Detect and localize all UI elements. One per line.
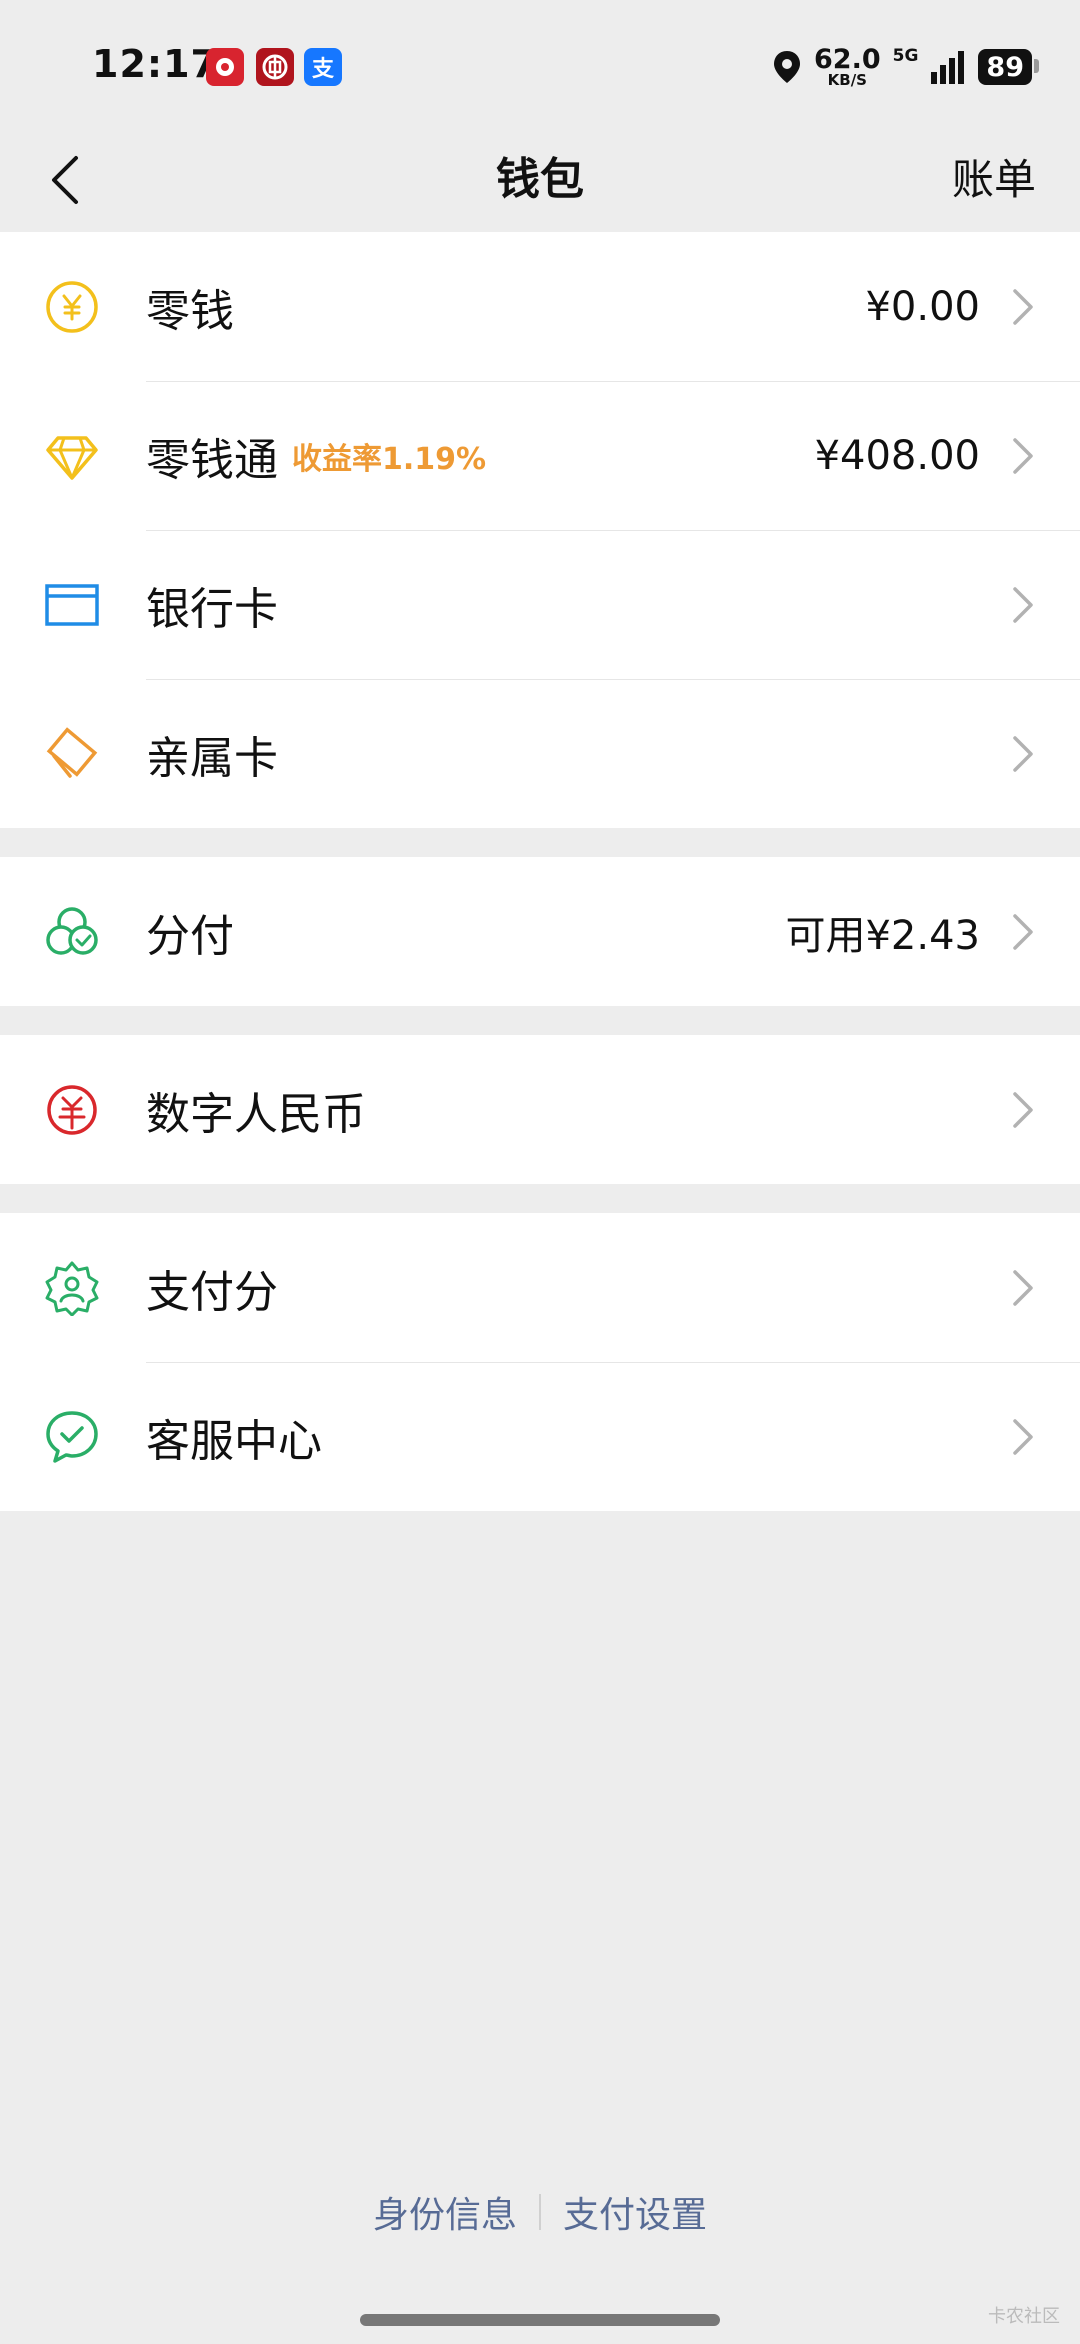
chevron-left-icon [52, 156, 78, 204]
nav-bar: 钱包 账单 [0, 130, 1080, 230]
battery-indicator: 89 [978, 49, 1039, 85]
row-bank-card[interactable]: 银行卡 [0, 530, 1080, 679]
row-label: 零钱通 收益率1.19% [146, 424, 486, 488]
row-customer-service[interactable]: 客服中心 [0, 1362, 1080, 1511]
page-title: 钱包 [496, 154, 584, 205]
yield-badge: 收益率1.19% [292, 441, 487, 477]
row-value: ¥408.00 [814, 432, 980, 479]
row-lingqiantong[interactable]: 零钱通 收益率1.19% ¥408.00 [0, 381, 1080, 530]
bank-icon [256, 48, 294, 86]
family-card-icon [44, 726, 100, 782]
row-label: 银行卡 [146, 583, 278, 635]
wallet-group-service: 支付分 客服中心 [0, 1213, 1080, 1511]
diamond-icon [44, 428, 100, 484]
row-value: 可用¥2.43 [785, 912, 980, 959]
digital-rmb-icon [44, 1082, 100, 1138]
network-type: 5G [892, 46, 919, 66]
status-bar: 12:17 支 62.0 KB/S 5G 89 [0, 0, 1080, 130]
chevron-right-icon [1013, 1269, 1033, 1306]
payscore-icon [44, 1260, 100, 1316]
yuan-coin-icon [44, 279, 100, 335]
row-value: ¥0.00 [865, 283, 980, 330]
status-time: 12:17 [92, 42, 218, 86]
chevron-right-icon [1013, 288, 1033, 325]
chevron-right-icon [1013, 913, 1033, 950]
bank-card-icon [44, 577, 100, 633]
footer-divider [539, 2194, 541, 2230]
signal-icon [931, 51, 965, 84]
network-speed: 62.0 KB/S [814, 44, 881, 89]
footer-links: 身份信息 支付设置 [0, 2186, 1080, 2238]
payment-settings-link[interactable]: 支付设置 [563, 2186, 707, 2238]
row-change[interactable]: 零钱 ¥0.00 [0, 232, 1080, 381]
fenfu-icon [44, 904, 100, 960]
alipay-icon: 支 [304, 48, 342, 86]
row-label: 支付分 [146, 1266, 278, 1318]
row-fenfu[interactable]: 分付 可用¥2.43 [0, 857, 1080, 1006]
row-label-text: 零钱通 [146, 434, 278, 486]
wallet-group-main: 零钱 ¥0.00 零钱通 收益率1.19% ¥408.00 银行卡 亲属卡 [0, 232, 1080, 828]
identity-info-link[interactable]: 身份信息 [373, 2186, 517, 2238]
location-icon [774, 51, 800, 83]
bill-button[interactable]: 账单 [952, 130, 1036, 230]
row-label: 客服中心 [146, 1415, 322, 1467]
app-red-icon [206, 48, 244, 86]
row-label: 数字人民币 [146, 1088, 366, 1140]
row-label: 亲属卡 [146, 732, 278, 784]
chevron-right-icon [1013, 586, 1033, 623]
wallet-group-fenfu: 分付 可用¥2.43 [0, 857, 1080, 1006]
home-indicator[interactable] [360, 2314, 720, 2326]
chevron-right-icon [1013, 1418, 1033, 1455]
chevron-right-icon [1013, 1091, 1033, 1128]
row-payscore[interactable]: 支付分 [0, 1213, 1080, 1362]
chevron-right-icon [1013, 735, 1033, 772]
wallet-group-ecny: 数字人民币 [0, 1035, 1080, 1184]
customer-service-icon [44, 1409, 100, 1465]
row-label: 零钱 [146, 285, 234, 337]
row-label: 分付 [146, 910, 234, 962]
row-family-card[interactable]: 亲属卡 [0, 679, 1080, 828]
watermark: 卡农社区 [988, 2306, 1060, 2327]
back-button[interactable] [30, 142, 100, 218]
row-digital-rmb[interactable]: 数字人民币 [0, 1035, 1080, 1184]
chevron-right-icon [1013, 437, 1033, 474]
